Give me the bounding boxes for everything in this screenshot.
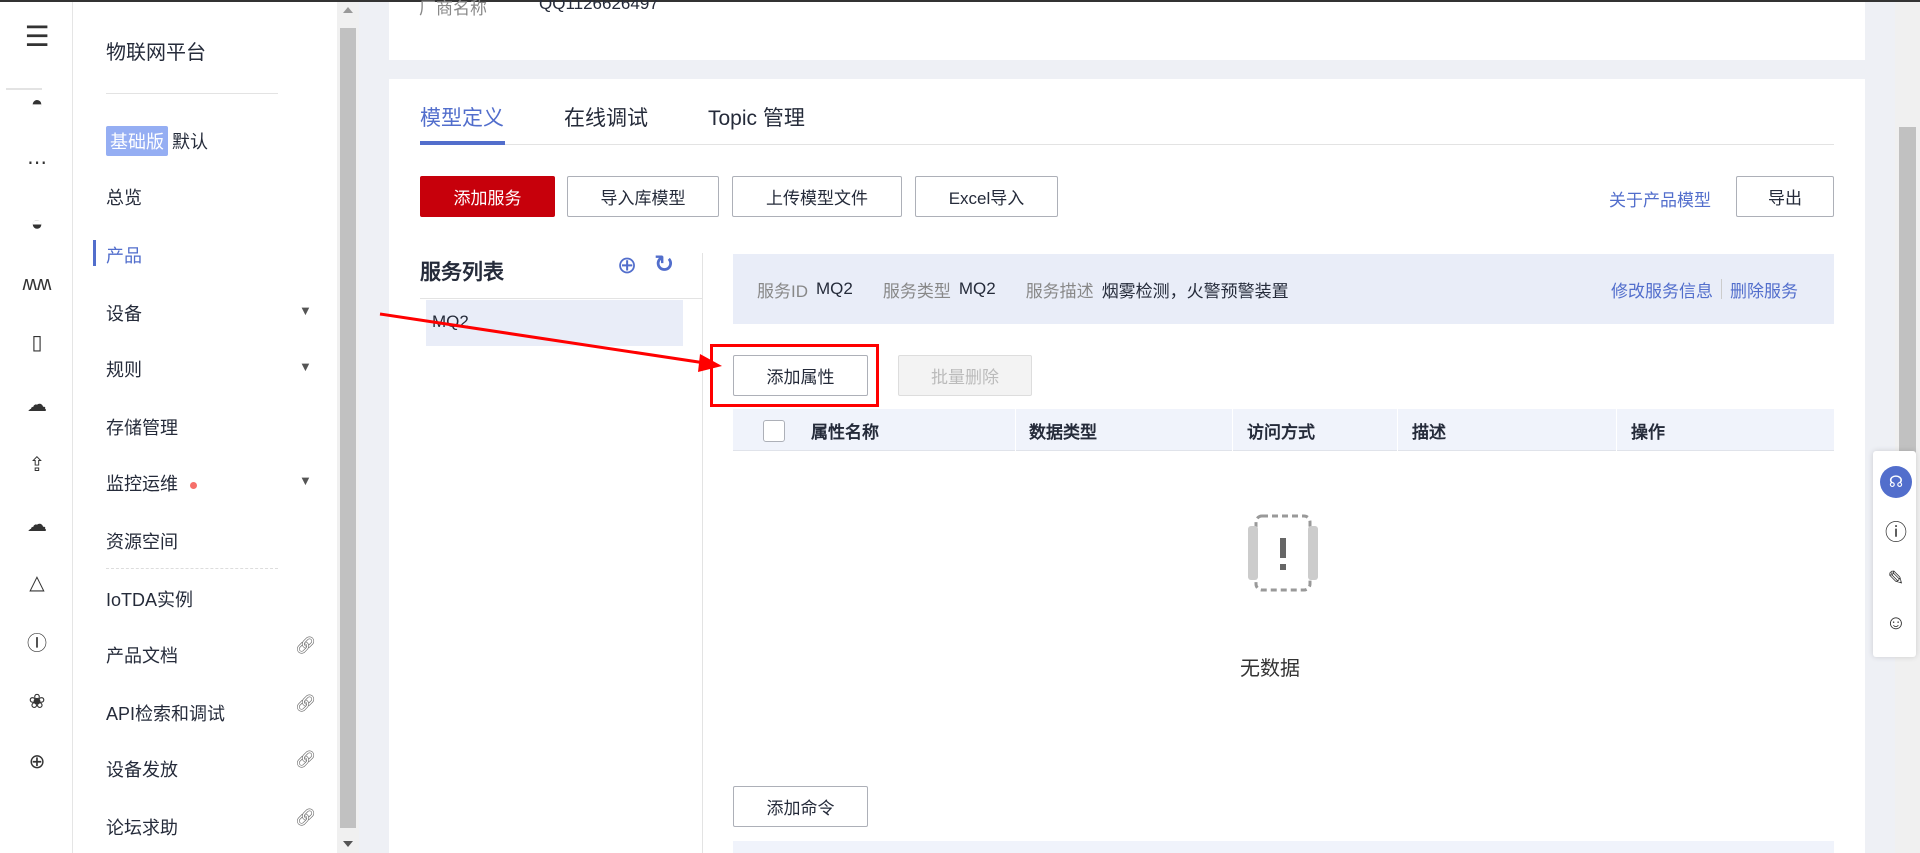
feedback-edit-icon[interactable]: ✎ xyxy=(1880,562,1912,594)
alert-dot xyxy=(190,481,197,489)
delete-service-link[interactable]: 删除服务 xyxy=(1730,277,1798,302)
sidebar-item[interactable]: 规则 xyxy=(106,356,142,382)
tab[interactable]: Topic 管理 xyxy=(708,102,805,132)
col-actions: 操作 xyxy=(1631,422,1665,442)
smile-icon[interactable]: ☺ xyxy=(1880,607,1912,639)
sidebar-scroll-thumb[interactable] xyxy=(340,28,356,828)
sidebar-link[interactable]: IoTDA实例 xyxy=(106,586,193,612)
sidebar-link[interactable]: 设备发放 xyxy=(106,756,178,782)
sidebar-item[interactable]: 产品 xyxy=(93,240,142,268)
service-desc-label: 服务描述 xyxy=(1025,281,1094,301)
import-model-button[interactable]: 导入库模型 xyxy=(567,176,719,217)
divider xyxy=(106,568,278,569)
empty-data-icon xyxy=(1248,514,1318,592)
link-icon[interactable]: 🔗︎ xyxy=(295,694,317,714)
command-table-header xyxy=(733,841,1834,853)
cloud-icon[interactable]: ☁ xyxy=(22,389,52,419)
sidebar-link[interactable]: 产品文档 xyxy=(106,642,178,668)
empty-text: 无数据 xyxy=(1240,658,1300,680)
about-model-link[interactable]: 关于产品模型 xyxy=(1609,186,1711,211)
col-property-name: 属性名称 xyxy=(811,422,879,442)
sidebar-item[interactable]: 监控运维 xyxy=(106,470,197,496)
chevron-down-icon[interactable]: ▼ xyxy=(299,359,312,374)
cloud-upload-icon[interactable]: ⇪ xyxy=(22,449,52,479)
service-list-title: 服务列表 xyxy=(420,261,504,284)
sidebar-item-label: 产品 xyxy=(106,246,142,266)
sidebar-item[interactable]: 资源空间 xyxy=(106,528,178,554)
divider xyxy=(702,253,703,853)
sidebar-item-label: 存储管理 xyxy=(106,418,178,438)
tab[interactable]: 在线调试 xyxy=(564,102,648,132)
upload-model-button[interactable]: 上传模型文件 xyxy=(732,176,902,217)
mobile-icon[interactable]: ▯ xyxy=(22,327,52,357)
sidebar-item[interactable]: 总览 xyxy=(106,184,142,210)
globe-icon[interactable]: ⊕ xyxy=(22,746,52,776)
service-id-label: 服务ID xyxy=(757,281,808,301)
sidebar-item-label: 监控运维 xyxy=(106,474,178,494)
sidebar-item[interactable]: 存储管理 xyxy=(106,414,178,440)
pyramid-icon[interactable]: △ xyxy=(22,567,52,597)
product-info-card: 厂商名称 QQ1126626497 xyxy=(389,0,1865,60)
tab[interactable]: 模型定义 xyxy=(420,102,504,132)
excel-import-button[interactable]: Excel导入 xyxy=(915,176,1058,217)
cloud-more-icon[interactable]: ⋯ xyxy=(22,147,52,177)
cloud-signal-icon[interactable]: ☁ xyxy=(22,509,52,539)
link-icon[interactable]: 🔗︎ xyxy=(295,808,317,828)
sidebar-item-label: 设备 xyxy=(106,304,142,324)
edit-service-link[interactable]: 修改服务信息 xyxy=(1611,277,1713,302)
batch-delete-button: 批量删除 xyxy=(898,355,1032,396)
add-service-button[interactable]: 添加服务 xyxy=(420,176,555,217)
help-icon[interactable]: ⓘ xyxy=(1880,515,1912,547)
select-all-checkbox[interactable] xyxy=(763,420,785,442)
wave-icon[interactable]: ʍʍ xyxy=(22,269,52,299)
icon-rail: ☰ ◓ ⋯ ◒ ʍʍ ▯ ☁ ⇪ ☁ △ Ⓘ ❀ ⊕ xyxy=(0,2,73,853)
service-info-bar: 服务ID MQ2 服务类型 MQ2 服务描述 烟雾检测，火警预警装置 修改服务信息 删… xyxy=(733,254,1834,324)
sidebar-item[interactable]: 设备 xyxy=(106,300,142,326)
edition[interactable]: 基础版 默认 xyxy=(106,126,208,156)
sidebar-item-label: 资源空间 xyxy=(106,532,178,552)
active-tab-indicator xyxy=(420,141,505,145)
sidebar-link[interactable]: API检索和调试 xyxy=(106,700,225,726)
divider xyxy=(420,298,702,299)
menu-icon[interactable]: ☰ xyxy=(22,21,52,52)
cloud-gateway-icon[interactable]: ◒ xyxy=(22,209,52,239)
col-access: 访问方式 xyxy=(1247,422,1315,442)
divider xyxy=(106,93,278,94)
cluster-icon[interactable]: ❀ xyxy=(22,686,52,716)
service-type: MQ2 xyxy=(958,279,996,298)
sidebar-item-label: 规则 xyxy=(106,360,142,380)
sidebar-title: 物联网平台 xyxy=(106,42,206,64)
edition-badge: 基础版 xyxy=(106,126,168,156)
service-type-label: 服务类型 xyxy=(882,281,951,301)
highlight-box xyxy=(710,344,879,407)
service-id: MQ2 xyxy=(816,279,853,298)
service-list-item[interactable]: MQ2 xyxy=(426,300,683,346)
sidebar-item-label: 总览 xyxy=(106,188,142,208)
add-service-icon[interactable]: ⊕ xyxy=(617,251,637,280)
link-icon[interactable]: 🔗︎ xyxy=(295,750,317,770)
tab-divider xyxy=(420,144,1834,145)
link-icon[interactable]: 🔗︎ xyxy=(295,636,317,656)
chevron-down-icon[interactable]: ▼ xyxy=(299,473,312,488)
service-desc: 烟雾检测，火警预警装置 xyxy=(1101,281,1289,301)
sidebar: 物联网平台 基础版 默认 总览产品设备 ▼ 规则 ▼ 存储管理监控运维 ▼ 资源空间 IoTD… xyxy=(73,2,337,853)
refresh-icon[interactable]: ↻ xyxy=(654,250,674,279)
export-button[interactable]: 导出 xyxy=(1736,176,1834,217)
vendor-label: 厂商名称 xyxy=(419,0,487,18)
add-command-button[interactable]: 添加命令 xyxy=(733,786,868,827)
col-description: 描述 xyxy=(1412,422,1446,442)
col-data-type: 数据类型 xyxy=(1029,422,1097,442)
page-scrollbar[interactable] xyxy=(1895,2,1920,853)
sidebar-link[interactable]: 论坛求助 xyxy=(106,814,178,840)
chevron-down-icon[interactable]: ▼ xyxy=(299,303,312,318)
vendor-value: QQ1126626497 xyxy=(539,0,659,13)
cloud-device-icon[interactable]: ◓ xyxy=(22,89,52,119)
ip-icon[interactable]: Ⓘ xyxy=(22,626,52,656)
headset-icon[interactable]: ☊ xyxy=(1880,466,1912,498)
edition-name: 默认 xyxy=(172,132,208,152)
